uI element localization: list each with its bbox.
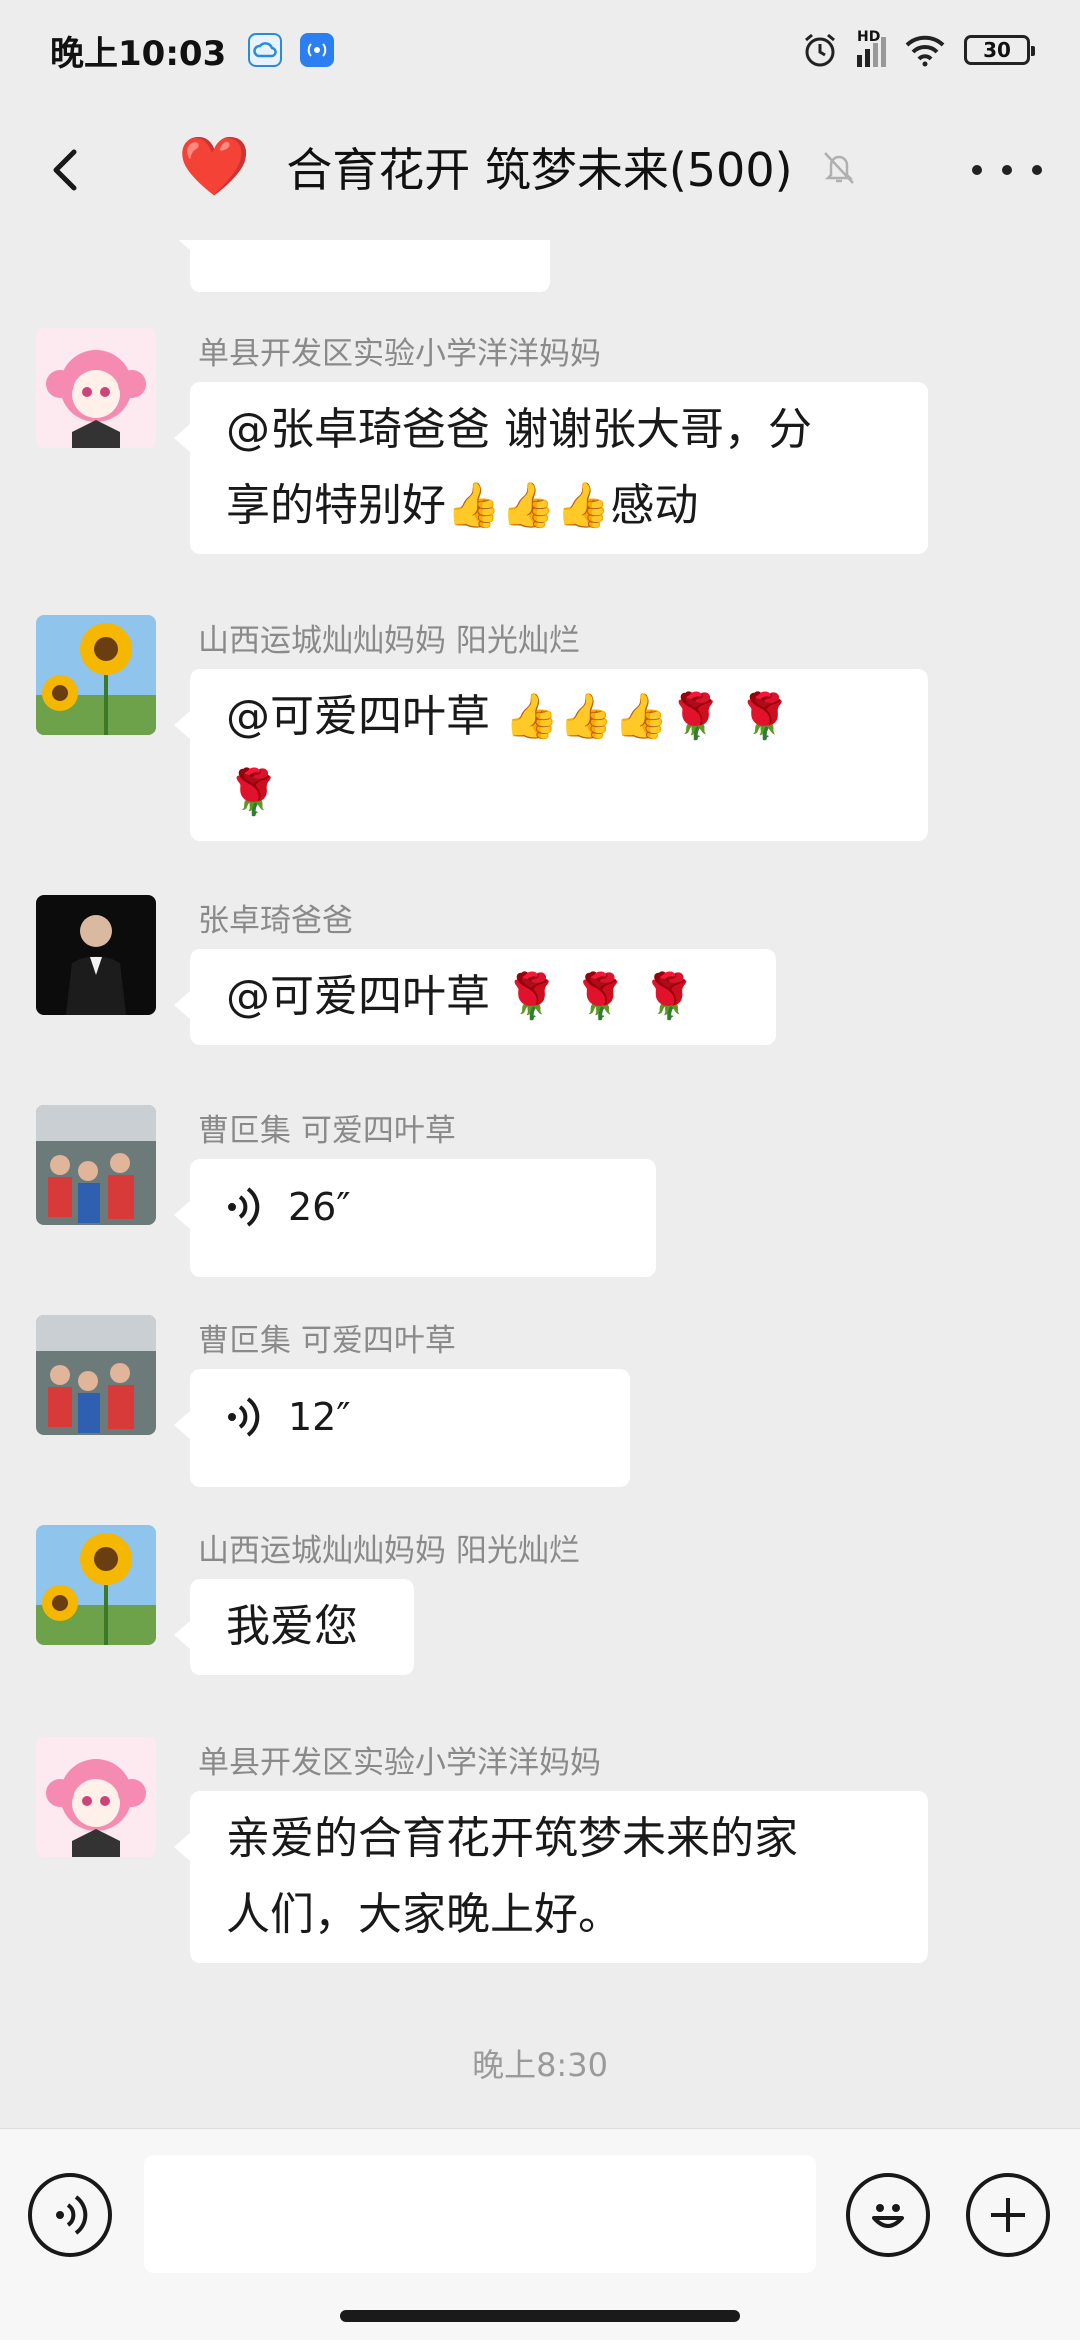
voice-wave-icon xyxy=(228,1187,260,1227)
more-dot xyxy=(1032,165,1042,175)
avatar[interactable] xyxy=(36,328,156,448)
avatar[interactable] xyxy=(36,895,156,1015)
message-text: 🌹 xyxy=(226,767,281,818)
more-dot xyxy=(972,165,982,175)
message-bubble[interactable]: @可爱四叶草 👍👍👍🌹 🌹 🌹 xyxy=(174,669,928,841)
sender-name: 山西运城灿灿妈妈 阳光灿烂 xyxy=(198,1533,580,1569)
voice-icon xyxy=(56,2195,88,2235)
message-input[interactable] xyxy=(144,2155,816,2273)
avatar[interactable] xyxy=(36,615,156,735)
avatar[interactable] xyxy=(36,1525,156,1645)
message-bubble[interactable]: @张卓琦爸爸 谢谢张大哥，分 享的特别好👍👍👍感动 xyxy=(174,382,928,554)
avatar[interactable] xyxy=(36,1315,156,1435)
chat-header: ❤️ 合育花开 筑梦未来(500) xyxy=(0,100,1080,240)
message-bubble[interactable]: @可爱四叶草 🌹 🌹 🌹 xyxy=(174,949,776,1045)
avatar[interactable] xyxy=(36,1737,156,1857)
avatar[interactable] xyxy=(36,1105,156,1225)
wifi-icon xyxy=(905,35,945,67)
more-dot xyxy=(1002,165,1012,175)
plus-icon xyxy=(991,2198,1025,2232)
voice-button[interactable] xyxy=(28,2173,112,2257)
alarm-icon xyxy=(805,33,835,67)
sender-name: 山西运城灿灿妈妈 阳光灿烂 xyxy=(198,623,580,659)
status-time: 晚上10:03 xyxy=(50,33,227,74)
sender-name: 单县开发区实验小学洋洋妈妈 xyxy=(198,336,601,372)
message-list[interactable]: 单县开发区实验小学洋洋妈妈 @张卓琦爸爸 谢谢张大哥，分 享的特别好👍👍👍感动 … xyxy=(0,240,1080,2128)
status-icons: HD 30 xyxy=(801,29,1035,69)
bell-off-icon xyxy=(823,151,854,184)
chat-title: 合育花开 筑梦未来(500) xyxy=(286,142,793,197)
sender-name: 曹叵集 可爱四叶草 xyxy=(198,1113,456,1149)
message-text: 享的特别好👍👍👍感动 xyxy=(226,480,699,531)
message-text: @张卓琦爸爸 谢谢张大哥，分 xyxy=(226,404,812,455)
message-bubble[interactable]: 我爱您 xyxy=(174,1579,414,1675)
time-separator: 晚上8:30 xyxy=(472,2046,608,2084)
emoji-button[interactable] xyxy=(846,2173,930,2257)
status-bar: 晚上10:03 HD 30 xyxy=(0,0,1080,100)
voice-duration: 26″ xyxy=(288,1185,351,1229)
message-bubble-partial[interactable] xyxy=(174,240,550,292)
sender-name: 单县开发区实验小学洋洋妈妈 xyxy=(198,1745,601,1781)
voice-message-bubble[interactable]: 26″ xyxy=(174,1159,656,1277)
voice-duration: 12″ xyxy=(288,1395,351,1439)
input-bar xyxy=(0,2128,1080,2340)
message-text: 人们，大家晚上好。 xyxy=(226,1889,622,1940)
voice-wave-icon xyxy=(228,1397,260,1437)
signal-icon: HD xyxy=(857,29,886,67)
chat-title-group[interactable]: ❤️ 合育花开 筑梦未来(500) xyxy=(178,132,859,201)
message-bubble[interactable]: 亲爱的合育花开筑梦未来的家 人们，大家晚上好。 xyxy=(174,1791,928,1963)
sender-name: 张卓琦爸爸 xyxy=(198,903,353,939)
cloud-app-icon xyxy=(248,33,283,67)
home-indicator[interactable] xyxy=(340,2310,740,2322)
signal-app-icon xyxy=(300,33,335,67)
plus-button[interactable] xyxy=(966,2173,1050,2257)
battery-indicator: 30 xyxy=(964,35,1035,65)
heart-icon: ❤️ xyxy=(178,132,251,200)
message-text: @可爱四叶草 👍👍👍🌹 🌹 xyxy=(226,691,792,742)
chevron-left-icon[interactable] xyxy=(38,140,98,200)
message-text: 亲爱的合育花开筑梦未来的家 xyxy=(226,1813,798,1864)
voice-message-bubble[interactable]: 12″ xyxy=(174,1369,630,1487)
emoji-icon xyxy=(872,2204,904,2228)
sender-name: 曹叵集 可爱四叶草 xyxy=(198,1323,456,1359)
message-text: 我爱您 xyxy=(226,1601,358,1652)
message-text: @可爱四叶草 🌹 🌹 🌹 xyxy=(226,971,697,1022)
more-button[interactable] xyxy=(972,140,1042,200)
hd-label: HD xyxy=(857,29,881,45)
